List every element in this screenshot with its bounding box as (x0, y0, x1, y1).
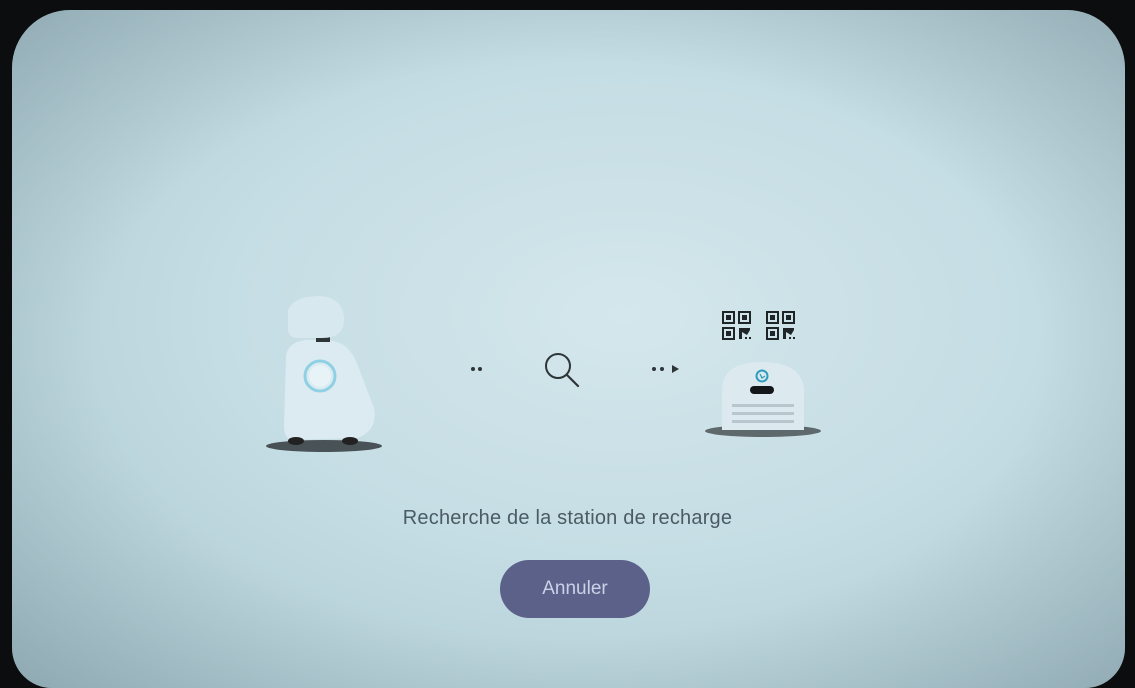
robot-icon (266, 296, 382, 452)
device-frame: Recherche de la station de recharge Annu… (0, 0, 1135, 688)
progress-arrow-icon (652, 365, 679, 373)
cancel-button[interactable]: Annuler (500, 560, 650, 618)
charging-station-icon (705, 362, 821, 437)
progress-dots-icon (471, 367, 482, 371)
search-icon (545, 353, 580, 388)
status-message: Recherche de la station de recharge (402, 507, 733, 529)
qr-code-icon (722, 311, 795, 340)
